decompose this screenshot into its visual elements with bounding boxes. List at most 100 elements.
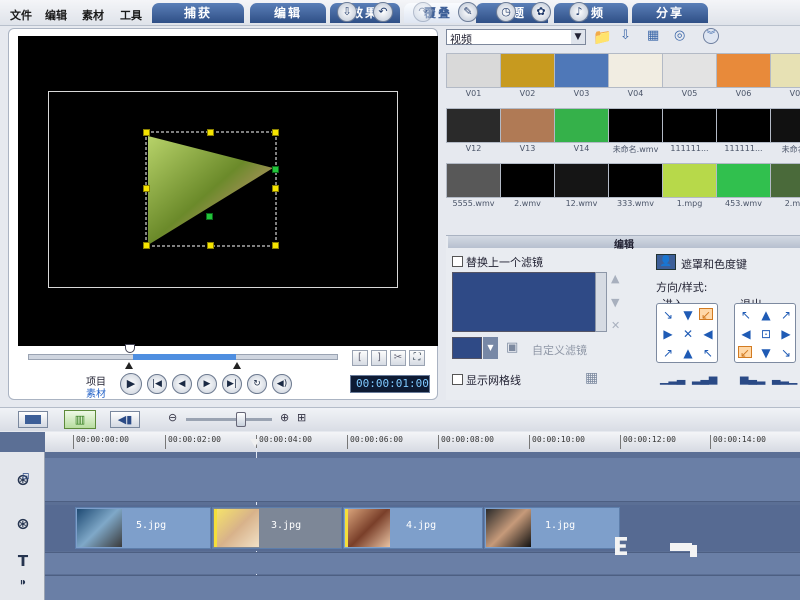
library-thumbnail[interactable]: 2.mpg (770, 163, 800, 208)
library-manager-icon[interactable]: ▦ (647, 28, 667, 46)
redo-icon[interactable]: ↷ (413, 2, 433, 22)
enter-bottom-right-icon[interactable]: ↖ (701, 347, 715, 359)
library-thumbnail[interactable]: V06 (716, 53, 771, 98)
fade-out-bars-icon[interactable]: ▅▃▂ (740, 372, 765, 385)
exit-top-left-icon[interactable]: ↖ (739, 309, 753, 321)
play-icon[interactable]: ▶ (120, 373, 142, 395)
exit-top-icon[interactable]: ▲ (759, 309, 773, 321)
delete-filter-icon[interactable]: ✕ (611, 319, 620, 332)
import-icon[interactable]: ⇩ (620, 28, 640, 46)
track-manager-icon[interactable]: ⊟ (22, 472, 30, 482)
menu-file[interactable]: 文件 (10, 7, 32, 23)
mark-out-handle[interactable] (233, 362, 241, 369)
resize-handle[interactable] (272, 242, 279, 249)
distort-handle[interactable] (206, 213, 213, 220)
exit-right-icon[interactable]: ▶ (779, 328, 793, 340)
filter-list[interactable] (452, 272, 607, 332)
replace-filter-checkbox[interactable] (452, 256, 463, 267)
auto-music-icon[interactable]: ♪ (569, 2, 589, 22)
fade-in-icon[interactable]: ▁▂▃ (660, 372, 685, 385)
library-thumbnail[interactable]: V14 (554, 108, 609, 153)
clip-mode-label[interactable]: 素材 (86, 385, 106, 400)
options-icon[interactable]: ◎ (674, 28, 694, 46)
resize-handle[interactable] (143, 129, 150, 136)
tab-capture[interactable]: 捕获 (152, 3, 244, 23)
library-category-dropdown[interactable]: 视频 ▼ (446, 29, 586, 46)
library-thumbnail[interactable]: 111111... (716, 108, 771, 153)
library-thumbnail[interactable]: 333.wmv (608, 163, 663, 208)
tab-edit[interactable]: 编辑 (250, 3, 326, 23)
volume-icon[interactable]: ◀) (272, 374, 292, 394)
timeline-clip[interactable]: 1.jpg (484, 507, 620, 549)
enlarge-icon[interactable]: ⛶ (409, 350, 425, 366)
library-thumbnail[interactable]: 453.wmv (716, 163, 771, 208)
exit-bottom-right-icon[interactable]: ↘ (779, 347, 793, 359)
audio-view-button[interactable]: ◀▮ (110, 411, 140, 428)
mixer-icon[interactable]: ✿ (531, 2, 551, 22)
resize-handle[interactable] (143, 185, 150, 192)
library-thumbnail[interactable]: 2.wmv (500, 163, 555, 208)
expand-icon[interactable]: ︾ (703, 28, 719, 44)
zoom-slider-track[interactable] (186, 418, 272, 421)
record-capture-icon[interactable]: ✎ (458, 2, 478, 22)
enter-left-icon[interactable]: ▶ (661, 328, 675, 340)
enter-top-icon[interactable]: ▼ (681, 309, 695, 321)
exit-left-icon[interactable]: ◀ (739, 328, 753, 340)
resize-handle[interactable] (207, 129, 214, 136)
library-thumbnail[interactable]: V13 (500, 108, 555, 153)
distort-handle[interactable] (272, 166, 279, 173)
previous-frame-icon[interactable]: ◀ (172, 374, 192, 394)
library-thumbnail[interactable]: V12 (446, 108, 501, 153)
tab-share[interactable]: 分享 (632, 3, 708, 23)
timeline-clip[interactable]: 4.jpg (343, 507, 483, 549)
overlay-track-icon[interactable]: ⊛ (8, 514, 38, 533)
library-thumbnail[interactable]: 5555.wmv (446, 163, 501, 208)
mark-in-icon[interactable]: [ (352, 350, 368, 366)
fade-out-icon[interactable]: ▃▂▁ (772, 372, 797, 385)
go-end-icon[interactable]: ▶| (222, 374, 242, 394)
filter-preset-swatch[interactable] (452, 337, 482, 359)
enter-right-icon[interactable]: ◀ (701, 328, 715, 340)
video-track[interactable] (45, 458, 800, 502)
menu-edit[interactable]: 编辑 (45, 7, 67, 23)
timeline-playhead[interactable] (250, 439, 260, 447)
library-thumbnail[interactable]: 未命名... (770, 108, 800, 154)
voice-track-icon[interactable]: ⁍ (8, 576, 38, 590)
menu-tools[interactable]: 工具 (120, 7, 142, 23)
repeat-icon[interactable]: ↻ (247, 374, 267, 394)
zoom-out-icon[interactable]: ⊖ (168, 411, 177, 424)
fade-in-bars-icon[interactable]: ▂▃▅ (692, 372, 717, 385)
zoom-slider-thumb[interactable] (236, 412, 246, 427)
zoom-in-icon[interactable]: ⊕ (280, 411, 289, 424)
move-up-icon[interactable]: ▲ (611, 272, 619, 285)
grid-options-icon[interactable]: ▦ (585, 370, 607, 388)
exit-bottom-icon[interactable]: ▼ (759, 347, 773, 359)
fit-project-icon[interactable]: ⊞ (297, 411, 306, 424)
resize-handle[interactable] (272, 129, 279, 136)
timeline-clip[interactable]: 3.jpg (212, 507, 342, 549)
resize-handle[interactable] (272, 185, 279, 192)
filter-list-scrollbar[interactable] (595, 272, 607, 332)
insert-media-icon[interactable]: ⇩ (337, 2, 357, 22)
exit-bottom-left-icon[interactable]: ↙ (738, 346, 752, 359)
enter-bottom-left-icon[interactable]: ↗ (661, 347, 675, 359)
tab-audio[interactable]: 音频 (554, 3, 628, 23)
title-track[interactable] (45, 552, 800, 574)
show-grid-checkbox[interactable] (452, 374, 463, 385)
library-thumbnail[interactable]: 1.mpg (662, 163, 717, 208)
enter-top-left-icon[interactable]: ↘ (661, 309, 675, 321)
enter-top-right-icon[interactable]: ↙ (699, 308, 713, 321)
mark-in-handle[interactable] (125, 362, 133, 369)
folder-icon[interactable]: 📁 (593, 28, 613, 46)
resize-handle[interactable] (207, 242, 214, 249)
library-thumbnail[interactable]: V05 (662, 53, 717, 98)
exit-center-icon[interactable]: ⊡ (759, 328, 773, 340)
mark-out-icon[interactable]: ] (371, 350, 387, 366)
voice-track[interactable] (45, 575, 800, 600)
mask-chroma-icon[interactable]: 👤 (656, 254, 676, 270)
custom-filter-label[interactable]: 自定义滤镜 (532, 342, 587, 358)
custom-filter-icon[interactable]: ▣ (506, 340, 526, 356)
timecode-display[interactable]: 00:00:01:00 (350, 375, 430, 393)
timeline-view-button[interactable]: ▥ (64, 410, 96, 429)
next-frame-icon[interactable]: ▶ (197, 374, 217, 394)
